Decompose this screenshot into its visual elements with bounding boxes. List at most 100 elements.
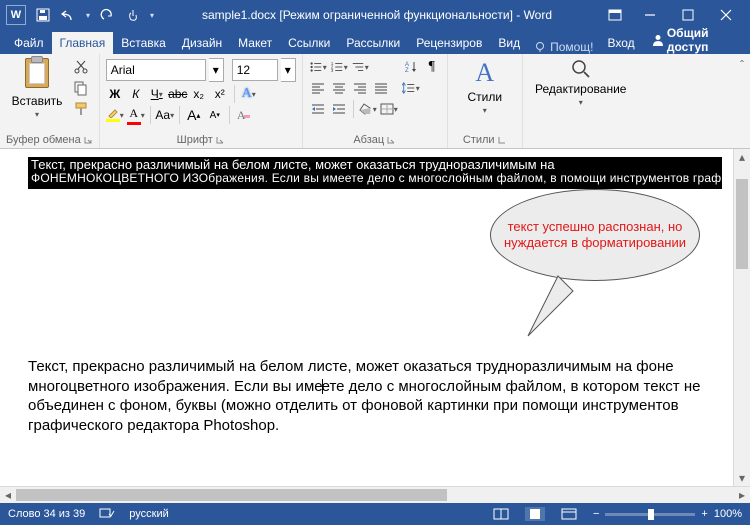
underline-button[interactable]: Ч ▾: [148, 85, 166, 103]
word-count[interactable]: Слово 34 из 39: [8, 508, 85, 520]
undo-more-icon[interactable]: ▾: [86, 11, 90, 20]
vertical-scrollbar[interactable]: ▴ ▾: [733, 149, 750, 486]
group-clipboard: Вставить ▾ Буфер обмена: [0, 54, 100, 148]
format-painter-button[interactable]: [72, 100, 90, 118]
zoom-in-button[interactable]: +: [701, 508, 707, 520]
ocr-corrupt-text: Текст, прекрасно различимый на белом лис…: [28, 157, 722, 193]
document-area[interactable]: Текст, прекрасно различимый на белом лис…: [0, 149, 750, 486]
cut-button[interactable]: [72, 58, 90, 76]
group-font-label: Шрифт: [177, 134, 213, 146]
align-right-button[interactable]: [351, 79, 369, 97]
text-effects-button[interactable]: A▾: [240, 85, 258, 103]
paste-button[interactable]: Вставить ▾: [6, 56, 68, 121]
horizontal-scrollbar[interactable]: ◂ ▸: [0, 486, 750, 503]
group-font: Arial▾ 12▾ Ж К Ч ▾ abc x₂ x² A▾: [100, 54, 303, 148]
tab-review[interactable]: Рецензиров: [408, 32, 490, 54]
line-spacing-button[interactable]: ▾: [402, 79, 420, 97]
read-mode-button[interactable]: [491, 507, 511, 521]
group-paragraph: ▾ 123▾ ▾ ▾ ▾: [303, 54, 448, 148]
zoom-slider[interactable]: [605, 513, 695, 516]
redo-icon[interactable]: [98, 6, 116, 24]
callout-shape[interactable]: текст успешно распознан, но нуждается в …: [490, 189, 710, 281]
scrollbar-thumb[interactable]: [16, 489, 447, 501]
justify-button[interactable]: [372, 79, 390, 97]
tab-mailings[interactable]: Рассылки: [338, 32, 408, 54]
tab-layout[interactable]: Макет: [230, 32, 280, 54]
dialog-launcher-icon[interactable]: [215, 135, 225, 145]
svg-text:3: 3: [331, 68, 334, 73]
multilevel-button[interactable]: ▾: [351, 58, 369, 76]
tab-references[interactable]: Ссылки: [280, 32, 338, 54]
dialog-launcher-icon[interactable]: [83, 135, 93, 145]
tab-home[interactable]: Главная: [52, 32, 114, 54]
shrink-font-button[interactable]: A▾: [206, 106, 224, 124]
chevron-down-icon[interactable]: ▾: [281, 58, 296, 82]
shading-button[interactable]: ▾: [359, 100, 377, 118]
zoom-control[interactable]: − + 100%: [593, 508, 742, 520]
change-case-button[interactable]: Aa ▾: [156, 106, 174, 124]
sort-button[interactable]: AZ: [402, 58, 420, 76]
subscript-button[interactable]: x₂: [190, 85, 208, 103]
chevron-down-icon: ▾: [483, 106, 487, 115]
print-layout-button[interactable]: [525, 507, 545, 521]
zoom-out-button[interactable]: −: [593, 508, 599, 520]
tab-design[interactable]: Дизайн: [174, 32, 230, 54]
search-icon: [570, 58, 592, 80]
align-left-button[interactable]: [309, 79, 327, 97]
superscript-button[interactable]: x²: [211, 85, 229, 103]
tell-me[interactable]: Помощ!: [528, 40, 599, 54]
spellcheck-icon[interactable]: [99, 506, 115, 523]
decrease-indent-button[interactable]: [309, 100, 327, 118]
scrollbar-thumb[interactable]: [736, 179, 748, 269]
language-status[interactable]: русский: [129, 508, 168, 520]
group-clipboard-label: Буфер обмена: [6, 134, 81, 146]
ribbon: Вставить ▾ Буфер обмена Arial▾ 12▾: [0, 54, 750, 149]
dialog-launcher-icon[interactable]: [386, 135, 396, 145]
dialog-launcher-icon[interactable]: [497, 135, 507, 145]
numbering-button[interactable]: 123▾: [330, 58, 348, 76]
strikethrough-button[interactable]: abc: [169, 85, 187, 103]
quick-access-toolbar: W ▾ ▾: [6, 5, 154, 25]
collapse-ribbon-button[interactable]: ˆ: [740, 58, 744, 72]
paste-label: Вставить: [12, 94, 63, 108]
svg-text:Z: Z: [405, 68, 409, 74]
ribbon-display-button[interactable]: [600, 0, 630, 30]
ribbon-tabs: Файл Главная Вставка Дизайн Макет Ссылки…: [0, 30, 750, 54]
zoom-level[interactable]: 100%: [714, 508, 742, 520]
highlight-button[interactable]: ▾: [106, 106, 124, 124]
scroll-up-icon[interactable]: ▴: [734, 149, 750, 165]
bullets-button[interactable]: ▾: [309, 58, 327, 76]
italic-button[interactable]: К: [127, 85, 145, 103]
tab-view[interactable]: Вид: [490, 32, 528, 54]
borders-button[interactable]: ▾: [380, 100, 398, 118]
sign-in[interactable]: Вход: [600, 32, 643, 54]
copy-button[interactable]: [72, 79, 90, 97]
scroll-left-icon[interactable]: ◂: [0, 488, 16, 502]
chevron-down-icon[interactable]: ▾: [209, 58, 224, 82]
increase-indent-button[interactable]: [330, 100, 348, 118]
scroll-down-icon[interactable]: ▾: [734, 470, 750, 486]
document-body-text[interactable]: Текст, прекрасно различимый на белом лис…: [28, 357, 712, 435]
font-name-combo[interactable]: Arial: [106, 59, 206, 81]
web-layout-button[interactable]: [559, 507, 579, 521]
show-marks-button[interactable]: ¶: [423, 58, 441, 76]
editing-label: Редактирование: [535, 82, 626, 96]
editing-button[interactable]: Редактирование ▾: [529, 56, 633, 109]
status-bar: Слово 34 из 39 русский − + 100%: [0, 503, 750, 525]
touch-mode-icon[interactable]: [124, 6, 142, 24]
font-size-combo[interactable]: 12: [232, 59, 278, 81]
scroll-right-icon[interactable]: ▸: [734, 488, 750, 502]
tab-file[interactable]: Файл: [6, 32, 52, 54]
styles-button[interactable]: A Стили ▾: [454, 56, 516, 117]
clear-formatting-button[interactable]: A: [235, 106, 253, 124]
tab-insert[interactable]: Вставка: [113, 32, 174, 54]
group-editing: Редактирование ▾: [523, 54, 639, 148]
chevron-down-icon: ▾: [579, 98, 583, 107]
undo-icon[interactable]: [60, 6, 78, 24]
font-color-button[interactable]: A▾: [127, 106, 145, 124]
grow-font-button[interactable]: A▴: [185, 106, 203, 124]
share-button[interactable]: Общий доступ: [643, 26, 750, 54]
save-icon[interactable]: [34, 6, 52, 24]
bold-button[interactable]: Ж: [106, 85, 124, 103]
align-center-button[interactable]: [330, 79, 348, 97]
